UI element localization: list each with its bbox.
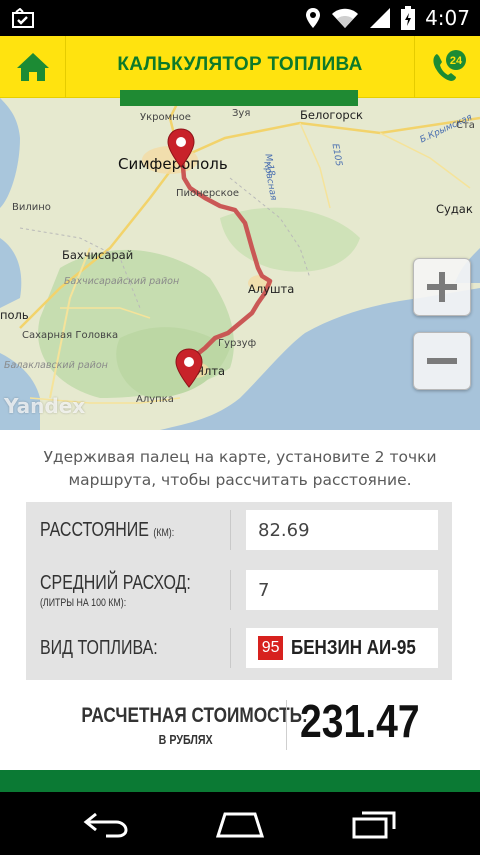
phone-24-icon: 24 [432,50,466,81]
consumption-label: СРЕДНИЙ РАСХОД: (ЛИТРЫ НА 100 КМ): [40,571,191,609]
row-divider [230,510,231,550]
page-title: КАЛЬКУЛЯТОР ТОПЛИВА [117,54,363,75]
app-header: КАЛЬКУЛЯТОР ТОПЛИВА 24 [0,36,480,106]
map-label-gurzuf: Гурзуф [218,338,257,349]
result-block: РАСЧЕТНАЯ СТОИМОСТЬ: В РУБЛЯХ 231.47 [0,692,480,756]
map-label-vilino: Вилино [12,202,51,213]
back-icon [83,812,128,838]
map-label-balaklava-district: Балаклавский район [4,360,108,371]
status-bar: 4:07 [0,0,480,36]
distance-row: РАССТОЯНИЕ (КМ): 82.69 [26,502,452,558]
fuel-type-select[interactable]: 95 БЕНЗИН АИ-95 [246,628,438,668]
map-label-bakhchisaray-district: Бахчисарайский район [64,276,180,287]
distance-label: РАССТОЯНИЕ (КМ): [40,518,175,541]
home-icon [16,53,49,81]
fuel-type-value: БЕНЗИН АИ-95 [291,636,416,659]
map-label-alushta: Алушта [248,282,295,296]
map-label-zuya: Зуя [232,108,251,119]
zoom-in-button[interactable] [413,258,471,316]
wifi-icon [332,8,359,28]
map-label-sta: Ста [456,120,475,131]
title-underline [120,90,358,106]
signal-icon [370,8,391,28]
map-label-ukromnoe: Укромное [140,112,191,123]
consumption-input[interactable]: 7 [246,570,438,610]
calculator-form: Удерживая палец на карте, установите 2 т… [0,430,480,770]
minus-icon [427,358,457,364]
footer-bar [0,770,480,792]
plus-icon [427,272,457,302]
home-nav-icon [215,812,265,838]
home-nav-button[interactable] [210,806,270,842]
route-end-pin-icon[interactable] [174,348,204,388]
system-nav-bar [0,792,480,855]
fuel-grade-badge: 95 [258,636,284,660]
row-divider [230,570,231,610]
distance-input[interactable]: 82.69 [246,510,438,550]
map-label-belogorsk: Белогорск [300,108,363,122]
map-label-pionerskoe: Пионерское [176,188,239,199]
home-button[interactable] [0,36,66,98]
battery-icon [401,6,416,30]
row-divider [230,628,231,668]
clock: 4:07 [425,6,470,30]
recents-icon [352,811,396,839]
result-value: 231.47 [300,695,420,747]
fuel-row: ВИД ТОПЛИВА: 95 БЕНЗИН АИ-95 [26,620,452,676]
map-background [0,98,480,430]
notification-icon [12,8,34,28]
call-24-button[interactable]: 24 [414,36,480,98]
map-label-sevastopol: поль [0,308,29,322]
call-badge: 24 [449,55,462,67]
input-panel: РАССТОЯНИЕ (КМ): 82.69 СРЕДНИЙ РАСХОД: (… [26,502,452,680]
result-divider [286,700,287,750]
map-label-sakharnaya-golovka: Сахарная Головка [22,330,119,341]
result-label: РАСЧЕТНАЯ СТОИМОСТЬ: В РУБЛЯХ [81,704,308,747]
fuel-label: ВИД ТОПЛИВА: [40,636,158,659]
back-button[interactable] [76,806,136,842]
map-label-bakhchisaray: Бахчисарай [62,248,134,262]
consumption-row: СРЕДНИЙ РАСХОД: (ЛИТРЫ НА 100 КМ): 7 [26,562,452,618]
map-provider-logo: Yandex [4,394,86,418]
route-map[interactable]: Укромное Зуя Белогорск Б.Крымская Ста М-… [0,98,480,430]
recents-button[interactable] [344,806,404,842]
map-label-alupka: Алупка [136,394,174,405]
zoom-out-button[interactable] [413,332,471,390]
instruction-text: Удерживая палец на карте, установите 2 т… [43,448,437,489]
location-icon [306,8,321,28]
map-label-sudak: Судак [436,202,473,216]
route-start-pin-icon[interactable] [166,128,196,168]
